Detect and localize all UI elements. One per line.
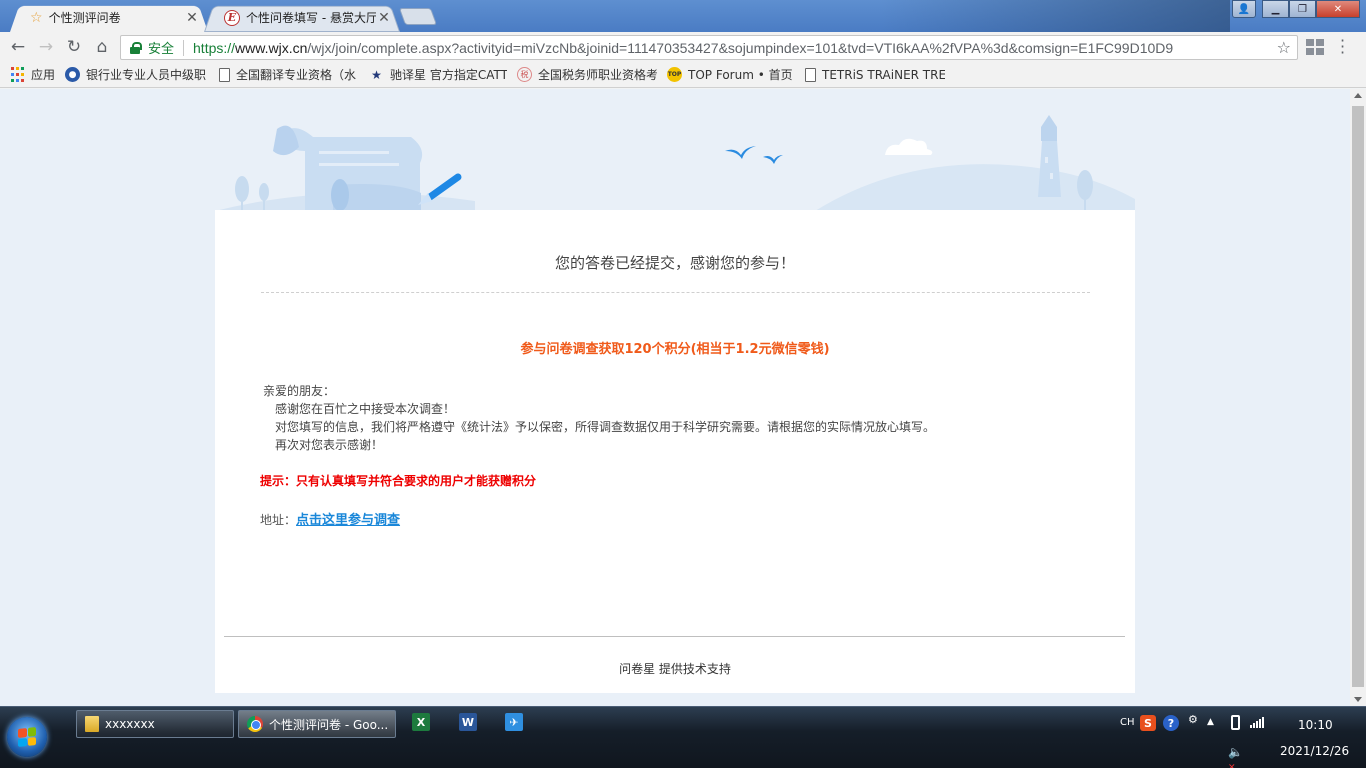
bookmark-item[interactable]: TETRiS TRAiNER TRE <box>805 67 946 82</box>
bookmark-apps[interactable]: 应用 <box>10 66 55 83</box>
tab-close-icon[interactable]: ✕ <box>184 10 200 26</box>
url-host: www.wjx.cn <box>235 39 308 56</box>
network-signal-icon[interactable] <box>1250 716 1264 728</box>
scroll-up-arrow-icon[interactable] <box>1354 93 1362 98</box>
folder-icon <box>85 716 99 732</box>
bookmark-item[interactable]: 税 全国税务师职业资格考 <box>517 66 657 83</box>
footer-divider <box>224 636 1125 637</box>
survey-link[interactable]: 点击这里参与调查 <box>296 513 400 528</box>
divider <box>183 39 185 56</box>
input-language-indicator[interactable]: CH <box>1120 717 1135 728</box>
bookmark-item[interactable]: TOP TOP Forum • 首页 <box>667 66 795 83</box>
taskbar-item-folder[interactable]: xxxxxxx <box>76 710 234 738</box>
bookmark-item[interactable]: 全国翻译专业资格（水 <box>219 66 359 83</box>
submitted-title: 您的答卷已经提交，感谢您的参与！ <box>554 254 795 272</box>
top-forum-icon: TOP <box>667 67 683 82</box>
reward-text: 参与问卷调查获取120个积分(相当于1.2元微信零钱) <box>520 342 830 357</box>
titlebar-background <box>880 0 1230 32</box>
excel-icon[interactable]: X <box>412 713 430 731</box>
address-label: 地址： <box>260 513 297 527</box>
scrollbar-thumb[interactable] <box>1352 106 1364 687</box>
volume-muted-icon[interactable]: 🔈✕ <box>1228 745 1243 768</box>
star-icon: ☆ <box>30 9 43 26</box>
windows-logo-icon <box>18 727 36 747</box>
letter-line: 感谢您在百忙之中接受本次调查！ <box>275 402 456 416</box>
url-path: /wjx/join/complete.aspx?activityid=miVzc… <box>307 39 1174 56</box>
word-icon[interactable]: W <box>459 713 477 731</box>
bird-icon[interactable]: ✈ <box>505 713 523 731</box>
new-tab-button[interactable] <box>398 8 438 25</box>
device-icon[interactable] <box>1231 715 1240 730</box>
letter-greeting: 亲爱的朋友： <box>263 384 336 398</box>
bookmark-label: 应用 <box>31 68 56 82</box>
page-icon <box>219 67 231 82</box>
clock-time[interactable]: 10:10 <box>1298 718 1333 732</box>
tab-inactive[interactable]: E 个性问卷填写 - 悬赏大厅 ✕ <box>204 3 400 32</box>
bookmark-label: 全国税务师职业资格考 <box>538 68 658 82</box>
home-icon[interactable]: ⌂ <box>88 37 116 57</box>
bookmark-item[interactable]: ★ 驰译星 官方指定CATT <box>369 66 507 83</box>
url-protocol: https:// <box>193 39 236 56</box>
tab-active[interactable]: ☆ 个性测评问卷 ✕ <box>10 3 208 32</box>
address-row: 地址：点击这里参与调查 <box>260 509 400 528</box>
window-close-button[interactable]: ✕ <box>1316 0 1360 18</box>
apps-icon <box>10 67 25 82</box>
forward-arrow-icon[interactable]: → <box>32 37 60 57</box>
tip-text: 提示：只有认真填写并符合要求的用户才能获赠积分 <box>260 474 537 488</box>
scroll-down-arrow-icon[interactable] <box>1354 697 1362 702</box>
tab-title: 个性测评问卷 <box>48 11 121 25</box>
bookmark-label: 银行业专业人员中级职 <box>86 68 207 82</box>
bookmark-star-icon[interactable]: ☆ <box>1272 38 1291 57</box>
reload-icon[interactable]: ↻ <box>60 37 88 57</box>
user-icon[interactable]: 👤 <box>1232 0 1256 18</box>
extension-icon[interactable] <box>1306 39 1324 55</box>
url-text[interactable]: https://www.wjx.cn/wjx/join/complete.asp… <box>193 40 1173 56</box>
maximize-button[interactable]: ❐ <box>1289 0 1316 18</box>
letter-line: 对您填写的信息，我们将严格遵守《统计法》予以保密，所得调查数据仅用于科学研究需要… <box>275 420 936 434</box>
page-icon <box>805 67 817 82</box>
result-card: 您的答卷已经提交，感谢您的参与！ 参与问卷调查获取120个积分(相当于1.2元微… <box>215 210 1135 693</box>
globe-icon: ● <box>65 67 81 82</box>
lock-icon <box>130 41 142 54</box>
menu-icon[interactable]: · · · <box>1340 33 1345 61</box>
help-icon[interactable]: ? <box>1163 715 1179 731</box>
secure-label: 安全 <box>148 42 175 57</box>
page-viewport: 您的答卷已经提交，感谢您的参与！ 参与问卷调查获取120个积分(相当于1.2元微… <box>0 89 1350 706</box>
taskbar-item-chrome[interactable]: 个性测评问卷 - Goo... <box>238 710 396 738</box>
bookmark-label: TETRiS TRAiNER TRE <box>822 67 946 82</box>
tab-title: 个性问卷填写 - 悬赏大厅 <box>246 11 376 25</box>
minimize-button[interactable]: ▁ <box>1262 0 1289 18</box>
address-bar[interactable]: 安全 https://www.wjx.cn/wjx/join/complete.… <box>120 35 1298 60</box>
start-button[interactable] <box>7 717 47 757</box>
sogou-ime-icon[interactable]: S <box>1140 715 1156 731</box>
vertical-scrollbar[interactable] <box>1350 89 1366 706</box>
bookmark-label: 驰译星 官方指定CATT <box>390 68 508 82</box>
taskbar-item-label: 个性测评问卷 - Goo... <box>269 717 389 732</box>
bookmark-label: 全国翻译专业资格（水 <box>236 68 357 82</box>
tech-support-text: 问卷星 提供技术支持 <box>619 662 731 676</box>
clock-date[interactable]: 2021/12/26 <box>1280 744 1349 758</box>
tray-settings-icon[interactable]: ⚙ <box>1188 713 1198 726</box>
e-logo-icon: E <box>224 9 240 26</box>
bookmark-item[interactable]: ● 银行业专业人员中级职 <box>65 66 209 83</box>
chrome-icon <box>247 716 263 732</box>
seal-icon: 税 <box>517 67 533 82</box>
bookmarks-bar: 应用 ● 银行业专业人员中级职 全国翻译专业资格（水 ★ 驰译星 官方指定CAT… <box>0 62 1366 88</box>
letter-line: 再次对您表示感谢！ <box>275 438 384 452</box>
taskbar-item-label: xxxxxxx <box>105 717 155 731</box>
tab-close-icon[interactable]: ✕ <box>376 10 392 26</box>
star-logo-icon: ★ <box>371 67 382 82</box>
bookmark-label: TOP Forum • 首页 <box>688 68 793 82</box>
thank-you-letter: 亲爱的朋友： 感谢您在百忙之中接受本次调查！ 对您填写的信息，我们将严格遵守《统… <box>263 382 935 454</box>
windows-taskbar: xxxxxxx 个性测评问卷 - Goo... X W ✈ CH S ? ⚙ ▲… <box>0 706 1366 768</box>
browser-toolbar: ← → ↻ ⌂ 安全 https://www.wjx.cn/wjx/join/c… <box>0 32 1366 62</box>
window-controls: 👤 ▁ ❐ ✕ <box>1232 0 1360 18</box>
tab-strip: ☆ 个性测评问卷 ✕ E 个性问卷填写 - 悬赏大厅 ✕ 👤 ▁ ❐ ✕ <box>0 0 1366 32</box>
back-arrow-icon[interactable]: ← <box>4 37 32 57</box>
tray-expand-arrow-icon[interactable]: ▲ <box>1207 717 1214 727</box>
dashed-divider <box>261 292 1090 293</box>
banner-illustration <box>215 115 1135 211</box>
